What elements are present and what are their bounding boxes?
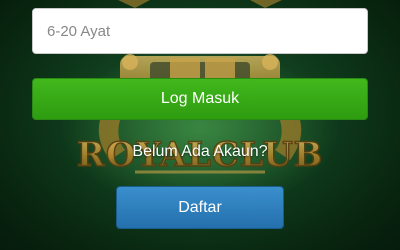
login-button[interactable]: Log Masuk (32, 78, 368, 120)
password-input[interactable] (32, 8, 368, 54)
register-button[interactable]: Daftar (116, 186, 284, 229)
no-account-prompt: Belum Ada Akaun? (132, 143, 268, 160)
